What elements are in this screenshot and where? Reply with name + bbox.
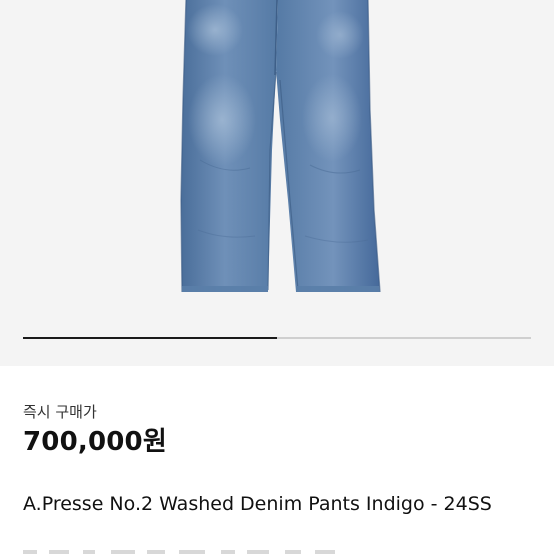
truncated-text-line	[23, 550, 335, 554]
product-title: A.Presse No.2 Washed Denim Pants Indigo …	[23, 493, 492, 515]
instant-buy-price-label: 즉시 구매가	[23, 403, 97, 421]
price: 700,000원	[23, 427, 167, 457]
image-carousel-progress-fill	[23, 337, 277, 339]
product-image[interactable]	[0, 0, 554, 366]
product-page: 즉시 구매가 700,000원 A.Presse No.2 Washed Den…	[0, 0, 554, 554]
image-carousel-progress-track	[23, 337, 531, 339]
product-info-panel: 즉시 구매가 700,000원 A.Presse No.2 Washed Den…	[0, 366, 554, 554]
product-image-carousel[interactable]	[0, 0, 554, 366]
